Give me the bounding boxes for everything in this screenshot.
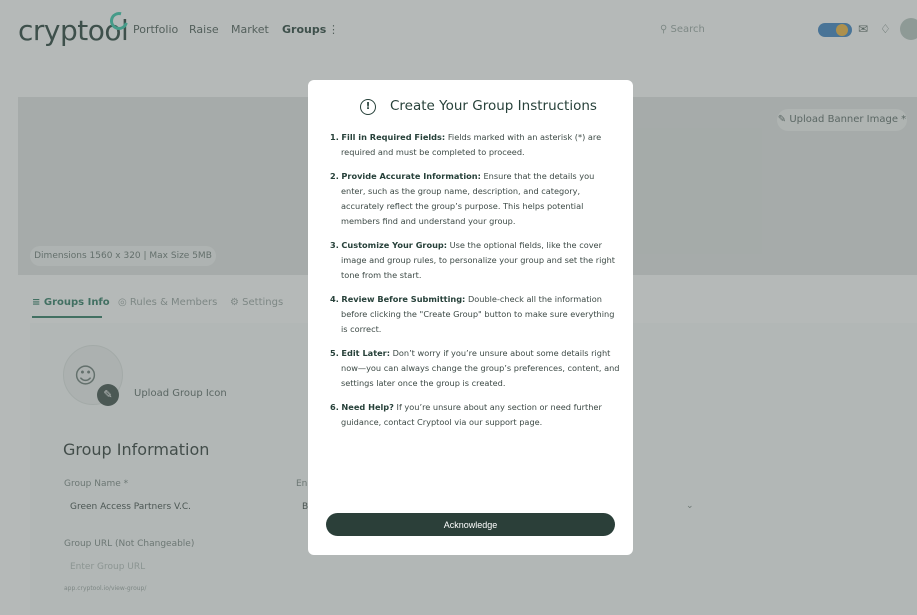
- modal-header: ! Create Your Group Instructions: [308, 98, 633, 118]
- instructions-modal: ! Create Your Group Instructions 1. Fill…: [308, 80, 633, 555]
- instruction-list: 1. Fill in Required Fields: Fields marke…: [330, 130, 620, 439]
- instruction-item: 3. Customize Your Group: Use the optiona…: [330, 240, 616, 280]
- instruction-item: 2. Provide Accurate Information: Ensure …: [330, 171, 595, 226]
- instruction-item: 5. Edit Later: Don’t worry if you’re uns…: [330, 348, 620, 388]
- alert-circle-icon: !: [360, 99, 376, 115]
- acknowledge-button[interactable]: Acknowledge: [326, 513, 615, 536]
- instruction-item: 4. Review Before Submitting: Double-chec…: [330, 294, 615, 334]
- modal-title: Create Your Group Instructions: [390, 98, 597, 114]
- instruction-item: 6. Need Help? If you’re unsure about any…: [330, 402, 602, 427]
- instruction-item: 1. Fill in Required Fields: Fields marke…: [330, 132, 602, 157]
